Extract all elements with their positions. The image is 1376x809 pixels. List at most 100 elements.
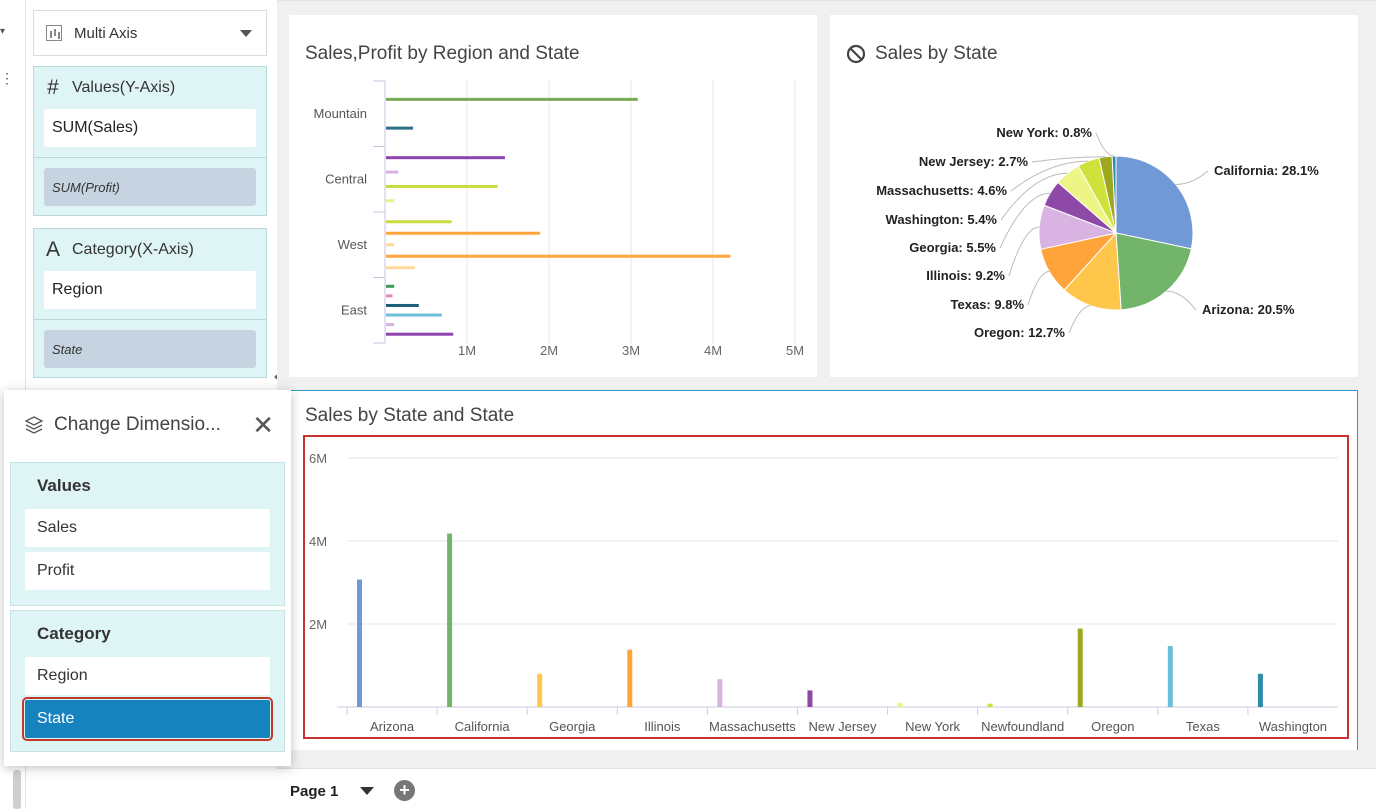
bar (1077, 628, 1083, 707)
text-type-icon: A (45, 238, 60, 261)
x-tick-label: New Jersey (809, 719, 877, 734)
pie-slice-label: Arizona: 20.5% (1202, 302, 1295, 317)
page-tab[interactable]: Page 1 (290, 783, 338, 800)
x-tick-label: Massachusetts (709, 719, 796, 734)
x-tick-label: Texas (1186, 719, 1220, 734)
bar (386, 254, 731, 258)
bar (386, 303, 419, 307)
pie-slice-label: Georgia: 5.5% (909, 240, 996, 255)
chart-type-label: Multi Axis (74, 24, 138, 42)
vertical-bar-chart: 6M 4M 2M Arizona California Georgia Illinois Ma… (309, 451, 1338, 734)
bar (357, 579, 362, 707)
bar (386, 184, 498, 188)
bar (1257, 673, 1263, 707)
chart-card-sales-by-state[interactable]: Sales by State California: 28.1% Arizona:… (830, 15, 1358, 377)
y-tick-label: Central (325, 172, 367, 187)
option-profit[interactable]: Profit (25, 552, 270, 590)
bar (386, 243, 395, 247)
bar (386, 323, 395, 327)
category-secondary-field[interactable]: State (44, 330, 256, 368)
values-axis-title: Values(Y-Axis) (72, 79, 176, 96)
chart-type-icon (46, 25, 62, 41)
x-tick-label: 3M (622, 343, 640, 358)
divider (34, 319, 266, 320)
close-icon[interactable]: ✕ (252, 412, 274, 438)
pie-slice-label: Washington: 5.4% (886, 212, 998, 227)
bar (447, 533, 453, 707)
pie-slice-label: Texas: 9.8% (951, 297, 1025, 312)
category-group: Category Region State (10, 610, 285, 752)
option-sales[interactable]: Sales (25, 509, 270, 547)
category-axis-title: Category(X-Axis) (72, 241, 194, 258)
chevron-down-icon[interactable]: ▾ (0, 26, 5, 37)
x-tick-label: California (455, 719, 511, 734)
pie-leader-line (1027, 271, 1050, 306)
bar (897, 702, 903, 707)
pie-slice (1115, 155, 1194, 250)
bar (717, 679, 723, 707)
values-group: Values Sales Profit (10, 462, 285, 606)
pie-slice-label: California: 28.1% (1214, 163, 1319, 178)
bar (386, 284, 395, 288)
hash-icon: # (47, 76, 59, 99)
category-axis-header: A Category(X-Axis) (34, 229, 266, 271)
pie-leader-line (1068, 305, 1091, 334)
x-tick-label: Washington (1259, 719, 1327, 734)
pie-leader-line (1095, 132, 1115, 157)
pie-slice-label: New Jersey: 2.7% (919, 154, 1029, 169)
kebab-menu-icon[interactable]: ⋮ (0, 71, 14, 85)
x-tick-label: 1M (458, 343, 476, 358)
bar (386, 156, 505, 160)
horizontal-bar-chart: 1M 2M 3M 4M 5M Mountain Central West East (314, 80, 804, 358)
values-primary-field[interactable]: SUM(Sales) (44, 109, 256, 147)
bar (627, 649, 633, 707)
pie-slice-label: Massachusetts: 4.6% (876, 183, 1007, 198)
y-tick-label: Mountain (314, 106, 367, 121)
values-axis-box: # Values(Y-Axis) SUM(Sales) SUM(Profit) (33, 66, 267, 216)
bar (386, 126, 414, 130)
page-bar: Page 1 + (277, 768, 1376, 809)
pie-leader-line (1175, 170, 1209, 185)
x-tick-label: Arizona (370, 719, 415, 734)
category-axis-box: A Category(X-Axis) Region State (33, 228, 267, 378)
chart-card-sales-by-state-and-state[interactable]: Sales by State and State 6M 4M 2M Arizona Ca… (289, 390, 1358, 750)
dashboard-canvas: Sales,Profit by Region and State 1M 2M 3M 4… (277, 0, 1376, 768)
pie-leader-line (1008, 226, 1040, 277)
add-page-icon[interactable]: + (394, 780, 415, 801)
divider (34, 157, 266, 158)
y-tick-label: 2M (309, 617, 327, 632)
pie-slice-label: Illinois: 9.2% (926, 268, 1005, 283)
pie-chart: California: 28.1% Arizona: 20.5% Oregon: 1… (876, 125, 1319, 340)
chart-card-region-state[interactable]: Sales,Profit by Region and State 1M 2M 3M 4… (289, 15, 817, 377)
y-tick-label: West (338, 237, 368, 252)
chart-type-dropdown[interactable]: Multi Axis (33, 10, 267, 56)
bar (386, 170, 399, 174)
x-tick-label: New York (905, 719, 960, 734)
y-tick-label: 4M (309, 534, 327, 549)
change-dimension-popup: Change Dimensio... ✕ Values Sales Profit… (4, 390, 291, 766)
pie-slice-label: New York: 0.8% (996, 125, 1092, 140)
bar (386, 294, 393, 298)
y-tick-label: 6M (309, 451, 327, 466)
values-secondary-field[interactable]: SUM(Profit) (44, 168, 256, 206)
x-tick-label: Illinois (644, 719, 681, 734)
chevron-down-icon[interactable] (240, 30, 252, 37)
x-tick-label: 2M (540, 343, 558, 358)
popup-title: Change Dimensio... (54, 414, 221, 435)
bar (386, 199, 395, 203)
y-tick-label: East (341, 303, 367, 318)
category-primary-field[interactable]: Region (44, 271, 256, 309)
x-tick-label: Georgia (549, 719, 596, 734)
bar (386, 332, 454, 336)
page-dropdown-icon[interactable] (360, 787, 374, 795)
x-tick-label: 4M (704, 343, 722, 358)
x-tick-label: Newfoundland (981, 719, 1064, 734)
option-region[interactable]: Region (25, 657, 270, 695)
bar (1167, 645, 1173, 707)
option-state[interactable]: State (22, 697, 273, 741)
bar (386, 266, 415, 270)
popup-header: Change Dimensio... ✕ (24, 410, 274, 440)
scrollbar[interactable] (13, 770, 21, 809)
pie-leader-line (1166, 290, 1197, 311)
bar (386, 220, 452, 224)
